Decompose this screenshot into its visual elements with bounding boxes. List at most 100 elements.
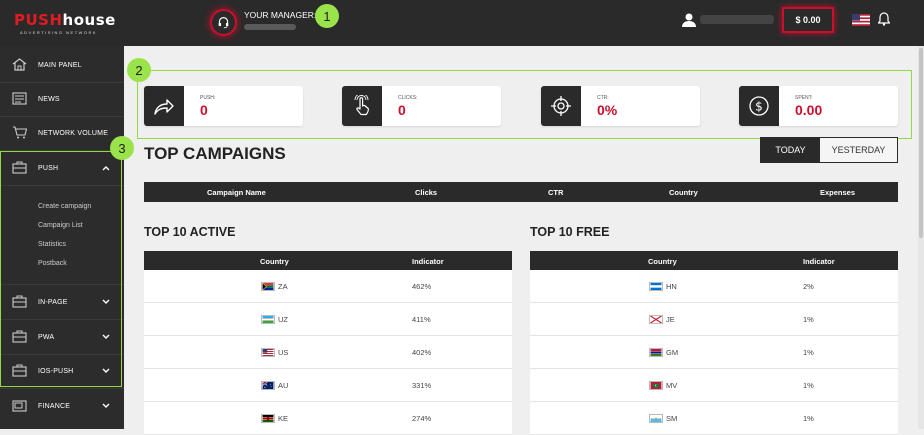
- sidebar-item-news[interactable]: NEWS: [0, 82, 124, 116]
- callout-2: 2: [127, 58, 151, 82]
- briefcase-icon: [12, 330, 27, 343]
- column-header[interactable]: CTR: [548, 188, 563, 197]
- ke-flag-icon: [261, 414, 275, 423]
- stat-card-push: PUSH: 0: [144, 86, 303, 126]
- sidebar: MAIN PANEL NEWS NETWORK VOLUME PUSH Crea…: [0, 46, 124, 429]
- sidebar-item-finance[interactable]: FINANCE: [0, 389, 124, 423]
- pushhouse-logo[interactable]: PUSHhouse ADVERTISING NETWORK: [14, 11, 114, 35]
- stat-card-clicks: CLICKS: 0: [342, 86, 501, 126]
- us-flag-language-icon[interactable]: [852, 14, 870, 26]
- gm-flag-icon: [649, 348, 663, 357]
- us-flag-icon: [261, 348, 275, 357]
- stat-label: CLICKS:: [398, 95, 417, 101]
- je-flag-icon: [649, 315, 663, 324]
- sidebar-item-in-page[interactable]: IN-PAGE: [0, 285, 124, 319]
- sidebar-item-label: FINANCE: [38, 403, 70, 410]
- country-code: SM: [666, 414, 677, 423]
- sidebar-item-label: IN-PAGE: [38, 299, 68, 306]
- country-code: JE: [666, 315, 675, 324]
- manager-name-redacted: [244, 24, 296, 30]
- table-row: JE 1%: [530, 303, 898, 336]
- sidebar-item-main-panel[interactable]: MAIN PANEL: [0, 48, 124, 82]
- country-code: UZ: [278, 315, 288, 324]
- callout-3: 3: [110, 136, 134, 160]
- user-icon[interactable]: [681, 12, 697, 28]
- country-code: KE: [278, 414, 288, 423]
- yesterday-button[interactable]: YESTERDAY: [820, 138, 897, 162]
- indicator-value: 274%: [412, 414, 431, 423]
- column-header: Indicator: [412, 257, 444, 266]
- sidebar-item-pwa[interactable]: PWA: [0, 320, 124, 354]
- sidebar-item-label: MAIN PANEL: [38, 62, 82, 69]
- au-flag-icon: [261, 381, 275, 390]
- table-row: GM 1%: [530, 336, 898, 369]
- country-code: GM: [666, 348, 678, 357]
- sidebar-item-label: NETWORK VOLUME: [38, 130, 108, 137]
- table-header: Country Indicator: [144, 251, 512, 270]
- column-header[interactable]: Expenses: [820, 188, 855, 197]
- mv-flag-icon: [649, 381, 663, 390]
- column-header[interactable]: Clicks: [415, 188, 437, 197]
- column-header[interactable]: Campaign Name: [207, 188, 266, 197]
- table-row: ZA 462%: [144, 270, 512, 303]
- sidebar-item-network-volume[interactable]: NETWORK VOLUME: [0, 116, 124, 150]
- username-redacted: [700, 15, 774, 24]
- crosshair-icon: [541, 86, 581, 126]
- dollar-circle-icon: $: [739, 86, 779, 126]
- scrollbar-thumb[interactable]: [919, 48, 923, 238]
- balance-button[interactable]: $ 0.00: [782, 7, 834, 33]
- newspaper-icon: [12, 92, 27, 105]
- sidebar-item-push[interactable]: PUSH: [0, 151, 124, 185]
- page-scrollbar[interactable]: [918, 46, 924, 429]
- chevron-down-icon: [102, 402, 110, 410]
- briefcase-icon: [12, 364, 27, 377]
- table-row: HN 2%: [530, 270, 898, 303]
- bell-icon[interactable]: [878, 12, 890, 26]
- top-free-table: Country Indicator HN 2% JE 1% GM 1% MV 1…: [530, 251, 898, 435]
- sidebar-item-label: PUSH: [38, 165, 58, 172]
- column-header: Indicator: [803, 257, 835, 266]
- stat-label: SPENT:: [795, 95, 813, 101]
- indicator-value: 1%: [803, 381, 814, 390]
- stat-value: 0: [200, 102, 208, 118]
- stat-card-spent: $ SPENT: 0.00: [739, 86, 898, 126]
- chevron-up-icon: [102, 164, 110, 172]
- tap-hand-icon: [342, 86, 382, 126]
- table-row: US 402%: [144, 336, 512, 369]
- country-code: MV: [666, 381, 677, 390]
- sidebar-item-label: NEWS: [38, 96, 60, 103]
- stat-value: 0.00: [795, 102, 822, 118]
- chevron-down-icon: [102, 298, 110, 306]
- briefcase-icon: [12, 161, 27, 174]
- sidebar-subitem-postback[interactable]: Postback: [38, 260, 67, 267]
- indicator-value: 1%: [803, 348, 814, 357]
- sidebar-subitem-create-campaign[interactable]: Create campaign: [38, 203, 91, 210]
- callout-1: 1: [315, 4, 339, 28]
- stat-label: CTR:: [597, 95, 609, 101]
- top-campaigns-title: TOP CAMPAIGNS: [144, 144, 286, 164]
- wallet-icon: [12, 399, 27, 412]
- today-button[interactable]: TODAY: [761, 138, 820, 162]
- briefcase-icon: [12, 295, 27, 308]
- top-active-table: Country Indicator ZA 462% UZ 411% US 402…: [144, 251, 512, 435]
- hn-flag-icon: [649, 282, 663, 291]
- uz-flag-icon: [261, 315, 275, 324]
- za-flag-icon: [261, 282, 275, 291]
- country-code: US: [278, 348, 288, 357]
- sidebar-subitem-statistics[interactable]: Statistics: [38, 241, 66, 248]
- manager-label: YOUR MANAGER:: [244, 10, 316, 20]
- country-code: HN: [666, 282, 677, 291]
- indicator-value: 411%: [412, 315, 431, 324]
- indicator-value: 1%: [803, 414, 814, 423]
- indicator-value: 462%: [412, 282, 431, 291]
- table-row: KE 274%: [144, 402, 512, 435]
- chevron-down-icon: [102, 333, 110, 341]
- cart-icon: [12, 126, 27, 139]
- column-header[interactable]: Country: [669, 188, 698, 197]
- chevron-down-icon: [102, 367, 110, 375]
- sidebar-subitem-campaign-list[interactable]: Campaign List: [38, 222, 83, 229]
- headset-icon[interactable]: [210, 9, 237, 36]
- sidebar-item-ios-push[interactable]: IOS-PUSH: [0, 354, 124, 388]
- country-code: ZA: [278, 282, 288, 291]
- top-free-title: TOP 10 FREE: [530, 225, 609, 239]
